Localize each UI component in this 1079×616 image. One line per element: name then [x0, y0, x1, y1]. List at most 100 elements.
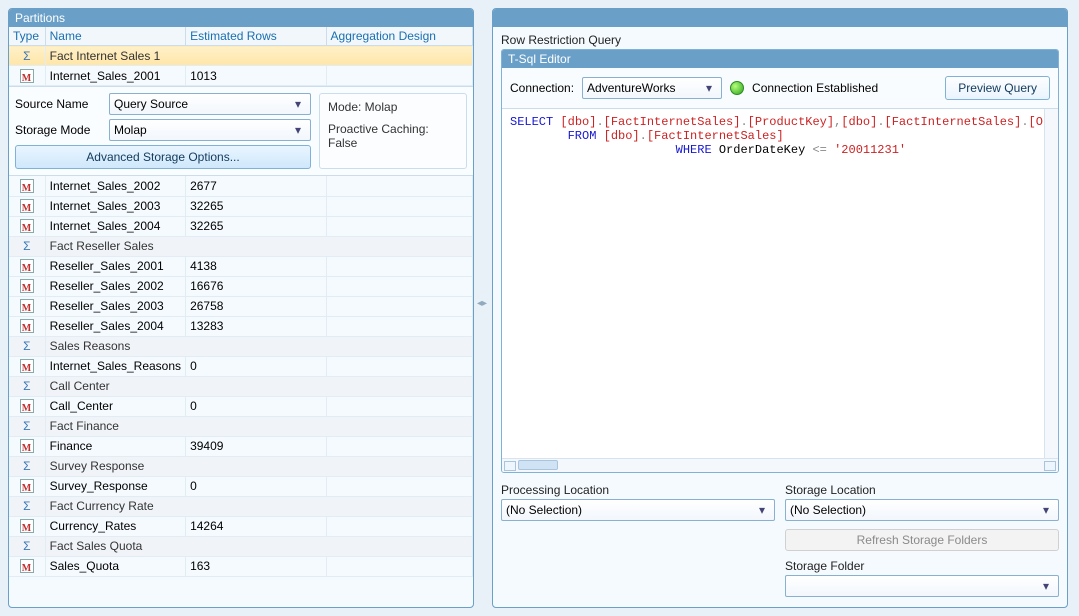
partition-name: Reseller_Sales_2003: [45, 296, 185, 316]
table-row[interactable]: Reseller_Sales_20014138: [9, 256, 473, 276]
horizontal-scrollbar[interactable]: [502, 458, 1058, 472]
group-name: Sales Reasons: [45, 336, 472, 356]
partitions-grid-rest: Internet_Sales_20022677Internet_Sales_20…: [9, 176, 473, 577]
source-name-dropdown[interactable]: Query Source ▾: [109, 93, 311, 115]
partition-name: Reseller_Sales_2004: [45, 316, 185, 336]
advanced-storage-button[interactable]: Advanced Storage Options...: [15, 145, 311, 169]
partition-rows: 0: [186, 396, 326, 416]
partition-rows: 32265: [186, 196, 326, 216]
partition-rows: 2677: [186, 176, 326, 196]
partition-name: Internet_Sales_2004: [45, 216, 185, 236]
partition-name: Internet_Sales_2003: [45, 196, 185, 216]
table-row[interactable]: Call_Center0: [9, 396, 473, 416]
table-row[interactable]: Finance39409: [9, 436, 473, 456]
group-row[interactable]: Σ Sales Reasons: [9, 336, 473, 356]
processing-location-value: (No Selection): [506, 503, 582, 517]
chevron-down-icon: ▾: [290, 97, 306, 111]
source-name-label: Source Name: [15, 97, 103, 111]
processing-location-label: Processing Location: [501, 483, 775, 497]
storage-folder-dropdown[interactable]: ▾: [785, 575, 1059, 597]
group-row[interactable]: Σ Fact Reseller Sales: [9, 236, 473, 256]
molap-icon: [20, 319, 34, 333]
molap-icon: [20, 219, 34, 233]
table-row[interactable]: Currency_Rates14264: [9, 516, 473, 536]
group-name: Fact Sales Quota: [45, 536, 472, 556]
storage-location-label: Storage Location: [785, 483, 1059, 497]
chevron-down-icon: ▾: [754, 503, 770, 517]
storage-mode-value: Molap: [114, 123, 147, 137]
table-row[interactable]: Sales_Quota163: [9, 556, 473, 576]
partition-rows: 16676: [186, 276, 326, 296]
molap-icon: [20, 359, 34, 373]
sigma-icon: Σ: [23, 239, 30, 253]
col-type[interactable]: Type: [9, 27, 45, 46]
storage-mode-label: Storage Mode: [15, 123, 103, 137]
mode-line: Mode: Molap: [328, 100, 458, 114]
group-row[interactable]: Σ Fact Internet Sales 1: [9, 46, 473, 66]
sql-text-area[interactable]: SELECT [dbo].[FactInternetSales].[Produc…: [502, 109, 1058, 458]
chevron-down-icon: ▾: [701, 81, 717, 95]
splitter-handle[interactable]: ◂▸: [477, 298, 487, 314]
partition-rows: 0: [186, 356, 326, 376]
partition-name: Reseller_Sales_2001: [45, 256, 185, 276]
molap-icon: [20, 279, 34, 293]
partition-rows: 4138: [186, 256, 326, 276]
storage-folder-label: Storage Folder: [785, 559, 1059, 573]
storage-location-dropdown[interactable]: (No Selection) ▾: [785, 499, 1059, 521]
group-row[interactable]: ΣSurvey Response: [9, 456, 473, 476]
storage-mode-dropdown[interactable]: Molap ▾: [109, 119, 311, 141]
col-name[interactable]: Name: [45, 27, 185, 46]
molap-icon: [20, 559, 34, 573]
cache-line: Proactive Caching: False: [328, 122, 458, 150]
group-row[interactable]: ΣFact Sales Quota: [9, 536, 473, 556]
table-row[interactable]: Internet_Sales_200432265: [9, 216, 473, 236]
editor-title: T-Sql Editor: [502, 50, 1058, 68]
table-row[interactable]: Survey_Response0: [9, 476, 473, 496]
table-row[interactable]: Reseller_Sales_200413283: [9, 316, 473, 336]
group-name: Call Center: [45, 376, 472, 396]
connection-value: AdventureWorks: [587, 81, 675, 95]
row-restriction-label: Row Restriction Query: [501, 33, 1059, 47]
molap-icon: [20, 479, 34, 493]
partition-rows: 0: [186, 476, 326, 496]
table-row[interactable]: Reseller_Sales_200326758: [9, 296, 473, 316]
group-row[interactable]: Σ Call Center: [9, 376, 473, 396]
table-row[interactable]: Internet_Sales_20022677: [9, 176, 473, 196]
storage-location-value: (No Selection): [790, 503, 866, 517]
group-name: Survey Response: [45, 456, 472, 476]
partition-rows: 39409: [186, 436, 326, 456]
query-panel: Row Restriction Query T-Sql Editor Conne…: [492, 8, 1068, 608]
partition-rows: 1013: [186, 66, 326, 86]
preview-query-button[interactable]: Preview Query: [945, 76, 1050, 100]
sigma-icon: Σ: [23, 339, 30, 353]
partitions-title: Partitions: [9, 9, 473, 27]
col-agg[interactable]: Aggregation Design: [326, 27, 472, 46]
group-row[interactable]: ΣFact Currency Rate: [9, 496, 473, 516]
partition-name: Internet_Sales_2001: [45, 66, 185, 86]
table-row[interactable]: Internet_Sales_2001 1013: [9, 66, 473, 86]
partition-rows: 14264: [186, 516, 326, 536]
source-name-value: Query Source: [114, 97, 188, 111]
molap-icon: [20, 399, 34, 413]
refresh-storage-folders-button[interactable]: Refresh Storage Folders: [785, 529, 1059, 551]
group-row[interactable]: ΣFact Finance: [9, 416, 473, 436]
table-row[interactable]: Reseller_Sales_200216676: [9, 276, 473, 296]
sigma-icon: Σ: [23, 379, 30, 393]
tsql-editor: T-Sql Editor Connection: AdventureWorks …: [501, 49, 1059, 473]
molap-icon: [20, 69, 34, 83]
partition-rows: 163: [186, 556, 326, 576]
partition-name: Call_Center: [45, 396, 185, 416]
col-rows[interactable]: Estimated Rows: [186, 27, 326, 46]
partition-name: Currency_Rates: [45, 516, 185, 536]
molap-icon: [20, 439, 34, 453]
processing-location-dropdown[interactable]: (No Selection) ▾: [501, 499, 775, 521]
table-row[interactable]: Internet_Sales_200332265: [9, 196, 473, 216]
molap-icon: [20, 259, 34, 273]
partition-name: Internet_Sales_2002: [45, 176, 185, 196]
sigma-icon: Σ: [23, 49, 30, 63]
table-row[interactable]: Internet_Sales_Reasons0: [9, 356, 473, 376]
vertical-scrollbar[interactable]: [1044, 109, 1058, 472]
molap-icon: [20, 199, 34, 213]
connection-dropdown[interactable]: AdventureWorks ▾: [582, 77, 722, 99]
group-name: Fact Reseller Sales: [45, 236, 472, 256]
